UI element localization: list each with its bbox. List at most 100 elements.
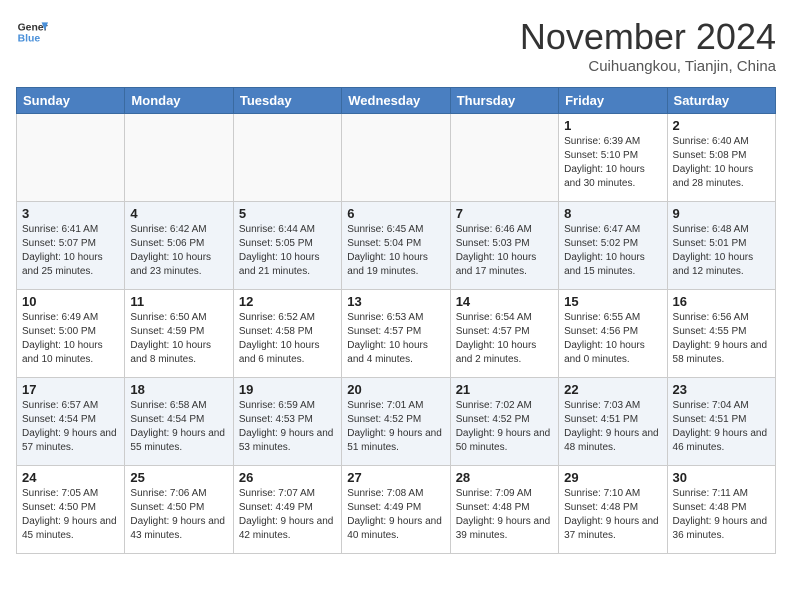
day-info: Sunrise: 7:10 AM Sunset: 4:48 PM Dayligh… bbox=[564, 487, 661, 543]
weekday-header-row: SundayMondayTuesdayWednesdayThursdayFrid… bbox=[17, 88, 776, 114]
calendar-day-cell: 24 Sunrise: 7:05 AM Sunset: 4:50 PM Dayli… bbox=[17, 466, 125, 554]
day-info: Sunrise: 7:03 AM Sunset: 4:51 PM Dayligh… bbox=[564, 399, 661, 455]
day-number: 20 bbox=[347, 382, 444, 397]
calendar-day-cell bbox=[17, 114, 125, 202]
calendar-day-cell bbox=[342, 114, 450, 202]
day-info: Sunrise: 6:48 AM Sunset: 5:01 PM Dayligh… bbox=[673, 223, 770, 279]
page-header: General Blue November 2024 Cuihuangkou, … bbox=[16, 16, 776, 75]
day-number: 8 bbox=[564, 206, 661, 221]
day-info: Sunrise: 6:45 AM Sunset: 5:04 PM Dayligh… bbox=[347, 223, 444, 279]
svg-text:Blue: Blue bbox=[18, 34, 41, 45]
day-number: 26 bbox=[239, 470, 336, 485]
calendar-day-cell: 15 Sunrise: 6:55 AM Sunset: 4:56 PM Dayli… bbox=[559, 290, 667, 378]
calendar-day-cell: 4 Sunrise: 6:42 AM Sunset: 5:06 PM Daylig… bbox=[125, 202, 233, 290]
calendar-week-row: 1 Sunrise: 6:39 AM Sunset: 5:10 PM Daylig… bbox=[17, 114, 776, 202]
month-title: November 2024 bbox=[520, 16, 776, 58]
calendar-day-cell: 18Sunrise: 6:58 AM Sunset: 4:54 PM Dayli… bbox=[125, 378, 233, 466]
day-info: Sunrise: 7:07 AM Sunset: 4:49 PM Dayligh… bbox=[239, 487, 336, 543]
calendar-day-cell: 8 Sunrise: 6:47 AM Sunset: 5:02 PM Daylig… bbox=[559, 202, 667, 290]
title-block: November 2024 Cuihuangkou, Tianjin, Chin… bbox=[520, 16, 776, 75]
day-info: Sunrise: 6:57 AM Sunset: 4:54 PM Dayligh… bbox=[22, 399, 119, 455]
calendar-day-cell bbox=[233, 114, 341, 202]
day-info: Sunrise: 6:46 AM Sunset: 5:03 PM Dayligh… bbox=[456, 223, 553, 279]
location: Cuihuangkou, Tianjin, China bbox=[520, 58, 776, 75]
day-info: Sunrise: 6:56 AM Sunset: 4:55 PM Dayligh… bbox=[673, 311, 770, 367]
day-info: Sunrise: 6:54 AM Sunset: 4:57 PM Dayligh… bbox=[456, 311, 553, 367]
weekday-header-thursday: Thursday bbox=[450, 88, 558, 114]
calendar-day-cell: 16 Sunrise: 6:56 AM Sunset: 4:55 PM Dayli… bbox=[667, 290, 775, 378]
day-info: Sunrise: 7:11 AM Sunset: 4:48 PM Dayligh… bbox=[673, 487, 770, 543]
day-number: 28 bbox=[456, 470, 553, 485]
day-number: 25 bbox=[130, 470, 227, 485]
day-info: Sunrise: 6:42 AM Sunset: 5:06 PM Dayligh… bbox=[130, 223, 227, 279]
calendar-day-cell bbox=[450, 114, 558, 202]
day-info: Sunrise: 7:08 AM Sunset: 4:49 PM Dayligh… bbox=[347, 487, 444, 543]
day-info: Sunrise: 6:39 AM Sunset: 5:10 PM Dayligh… bbox=[564, 135, 661, 191]
calendar-day-cell: 19Sunrise: 6:59 AM Sunset: 4:53 PM Dayli… bbox=[233, 378, 341, 466]
calendar-day-cell: 12Sunrise: 6:52 AM Sunset: 4:58 PM Dayli… bbox=[233, 290, 341, 378]
calendar-day-cell: 30 Sunrise: 7:11 AM Sunset: 4:48 PM Dayli… bbox=[667, 466, 775, 554]
day-number: 16 bbox=[673, 294, 770, 309]
calendar-day-cell: 27 Sunrise: 7:08 AM Sunset: 4:49 PM Dayli… bbox=[342, 466, 450, 554]
day-number: 9 bbox=[673, 206, 770, 221]
calendar-week-row: 17 Sunrise: 6:57 AM Sunset: 4:54 PM Dayli… bbox=[17, 378, 776, 466]
day-number: 24 bbox=[22, 470, 119, 485]
weekday-header-sunday: Sunday bbox=[17, 88, 125, 114]
calendar-day-cell: 1 Sunrise: 6:39 AM Sunset: 5:10 PM Daylig… bbox=[559, 114, 667, 202]
calendar-day-cell: 26 Sunrise: 7:07 AM Sunset: 4:49 PM Dayli… bbox=[233, 466, 341, 554]
day-info: Sunrise: 6:59 AM Sunset: 4:53 PM Dayligh… bbox=[239, 399, 336, 455]
day-info: Sunrise: 6:47 AM Sunset: 5:02 PM Dayligh… bbox=[564, 223, 661, 279]
day-info: Sunrise: 6:40 AM Sunset: 5:08 PM Dayligh… bbox=[673, 135, 770, 191]
day-number: 17 bbox=[22, 382, 119, 397]
calendar-day-cell bbox=[125, 114, 233, 202]
day-number: 6 bbox=[347, 206, 444, 221]
day-info: Sunrise: 6:41 AM Sunset: 5:07 PM Dayligh… bbox=[22, 223, 119, 279]
day-info: Sunrise: 7:02 AM Sunset: 4:52 PM Dayligh… bbox=[456, 399, 553, 455]
calendar-day-cell: 5Sunrise: 6:44 AM Sunset: 5:05 PM Daylig… bbox=[233, 202, 341, 290]
calendar-week-row: 24 Sunrise: 7:05 AM Sunset: 4:50 PM Dayli… bbox=[17, 466, 776, 554]
day-info: Sunrise: 6:49 AM Sunset: 5:00 PM Dayligh… bbox=[22, 311, 119, 367]
calendar-week-row: 10Sunrise: 6:49 AM Sunset: 5:00 PM Dayli… bbox=[17, 290, 776, 378]
calendar-day-cell: 28 Sunrise: 7:09 AM Sunset: 4:48 PM Dayli… bbox=[450, 466, 558, 554]
day-info: Sunrise: 7:05 AM Sunset: 4:50 PM Dayligh… bbox=[22, 487, 119, 543]
calendar-day-cell: 7 Sunrise: 6:46 AM Sunset: 5:03 PM Daylig… bbox=[450, 202, 558, 290]
day-number: 23 bbox=[673, 382, 770, 397]
calendar-day-cell: 13Sunrise: 6:53 AM Sunset: 4:57 PM Dayli… bbox=[342, 290, 450, 378]
weekday-header-wednesday: Wednesday bbox=[342, 88, 450, 114]
day-number: 2 bbox=[673, 118, 770, 133]
calendar-day-cell: 25 Sunrise: 7:06 AM Sunset: 4:50 PM Dayli… bbox=[125, 466, 233, 554]
day-info: Sunrise: 7:04 AM Sunset: 4:51 PM Dayligh… bbox=[673, 399, 770, 455]
calendar-day-cell: 14Sunrise: 6:54 AM Sunset: 4:57 PM Dayli… bbox=[450, 290, 558, 378]
weekday-header-friday: Friday bbox=[559, 88, 667, 114]
calendar-day-cell: 23 Sunrise: 7:04 AM Sunset: 4:51 PM Dayli… bbox=[667, 378, 775, 466]
weekday-header-tuesday: Tuesday bbox=[233, 88, 341, 114]
calendar-day-cell: 17 Sunrise: 6:57 AM Sunset: 4:54 PM Dayli… bbox=[17, 378, 125, 466]
calendar-day-cell: 22 Sunrise: 7:03 AM Sunset: 4:51 PM Dayli… bbox=[559, 378, 667, 466]
calendar-day-cell: 6 Sunrise: 6:45 AM Sunset: 5:04 PM Daylig… bbox=[342, 202, 450, 290]
calendar-day-cell: 10Sunrise: 6:49 AM Sunset: 5:00 PM Dayli… bbox=[17, 290, 125, 378]
calendar-table: SundayMondayTuesdayWednesdayThursdayFrid… bbox=[16, 87, 776, 554]
calendar-day-cell: 20Sunrise: 7:01 AM Sunset: 4:52 PM Dayli… bbox=[342, 378, 450, 466]
day-info: Sunrise: 7:09 AM Sunset: 4:48 PM Dayligh… bbox=[456, 487, 553, 543]
day-info: Sunrise: 6:52 AM Sunset: 4:58 PM Dayligh… bbox=[239, 311, 336, 367]
calendar-day-cell: 3Sunrise: 6:41 AM Sunset: 5:07 PM Daylig… bbox=[17, 202, 125, 290]
calendar-week-row: 3Sunrise: 6:41 AM Sunset: 5:07 PM Daylig… bbox=[17, 202, 776, 290]
day-number: 29 bbox=[564, 470, 661, 485]
day-info: Sunrise: 6:58 AM Sunset: 4:54 PM Dayligh… bbox=[130, 399, 227, 455]
calendar-day-cell: 21Sunrise: 7:02 AM Sunset: 4:52 PM Dayli… bbox=[450, 378, 558, 466]
calendar-day-cell: 2 Sunrise: 6:40 AM Sunset: 5:08 PM Daylig… bbox=[667, 114, 775, 202]
day-info: Sunrise: 6:53 AM Sunset: 4:57 PM Dayligh… bbox=[347, 311, 444, 367]
day-number: 30 bbox=[673, 470, 770, 485]
day-number: 7 bbox=[456, 206, 553, 221]
weekday-header-monday: Monday bbox=[125, 88, 233, 114]
day-number: 4 bbox=[130, 206, 227, 221]
day-number: 15 bbox=[564, 294, 661, 309]
day-number: 1 bbox=[564, 118, 661, 133]
day-info: Sunrise: 6:55 AM Sunset: 4:56 PM Dayligh… bbox=[564, 311, 661, 367]
day-info: Sunrise: 7:06 AM Sunset: 4:50 PM Dayligh… bbox=[130, 487, 227, 543]
calendar-day-cell: 11Sunrise: 6:50 AM Sunset: 4:59 PM Dayli… bbox=[125, 290, 233, 378]
day-number: 27 bbox=[347, 470, 444, 485]
day-number: 5 bbox=[239, 206, 336, 221]
day-number: 22 bbox=[564, 382, 661, 397]
day-info: Sunrise: 6:50 AM Sunset: 4:59 PM Dayligh… bbox=[130, 311, 227, 367]
